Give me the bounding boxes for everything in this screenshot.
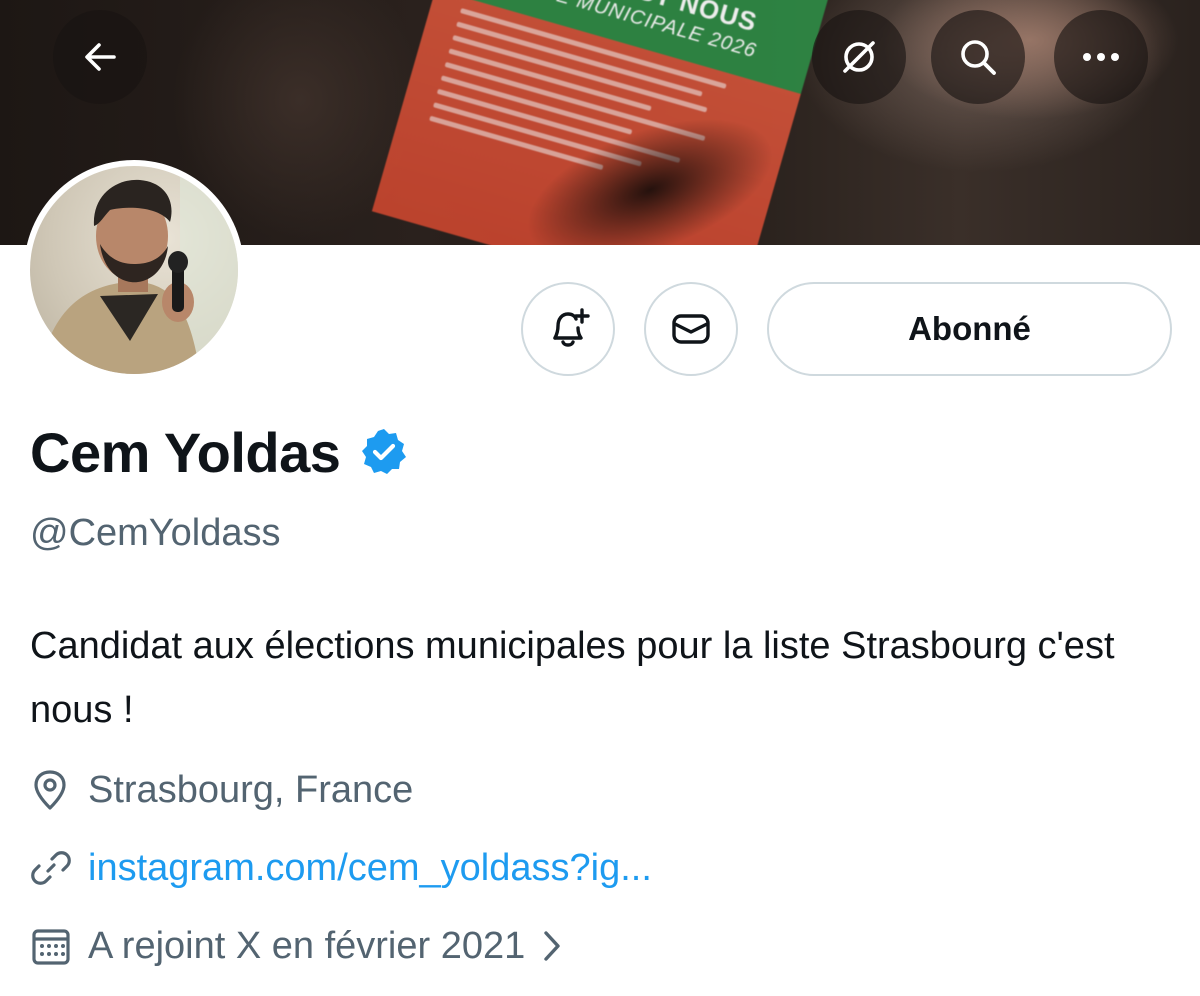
search-button[interactable] [931,10,1025,104]
search-icon [961,40,996,75]
website-row: instagram.com/cem_yoldass?ig... [30,843,652,893]
envelope-icon [672,314,710,344]
avatar-illustration [40,166,238,374]
message-button[interactable] [644,282,738,376]
chevron-right-icon[interactable] [541,929,563,963]
back-icon [85,43,116,71]
link-icon [30,843,80,893]
location-row: Strasbourg, France [30,765,413,815]
grok-icon [843,41,875,73]
bell-plus-icon [553,308,590,347]
notifications-button[interactable] [521,282,615,376]
location-pin-icon [30,765,80,815]
grok-button[interactable] [812,10,906,104]
display-name: Cem Yoldas [30,421,341,484]
username-handle: @CemYoldass [30,512,281,554]
joined-row: A rejoint X en février 2021 [30,921,563,971]
location-text: Strasbourg, France [88,768,414,811]
back-button[interactable] [53,10,147,104]
more-icon [1083,53,1119,61]
joined-date-text: A rejoint X en février 2021 [88,924,526,967]
calendar-icon [30,921,80,971]
avatar[interactable] [24,160,244,380]
following-button[interactable]: Abonné [767,282,1172,376]
more-button[interactable] [1054,10,1148,104]
profile-bio: Candidat aux élections municipales pour … [30,625,1115,731]
name-row: Cem Yoldas [30,420,410,485]
website-link[interactable]: instagram.com/cem_yoldass?ig... [88,847,652,890]
verified-badge-icon[interactable] [358,426,410,483]
avatar-photo [30,166,238,374]
